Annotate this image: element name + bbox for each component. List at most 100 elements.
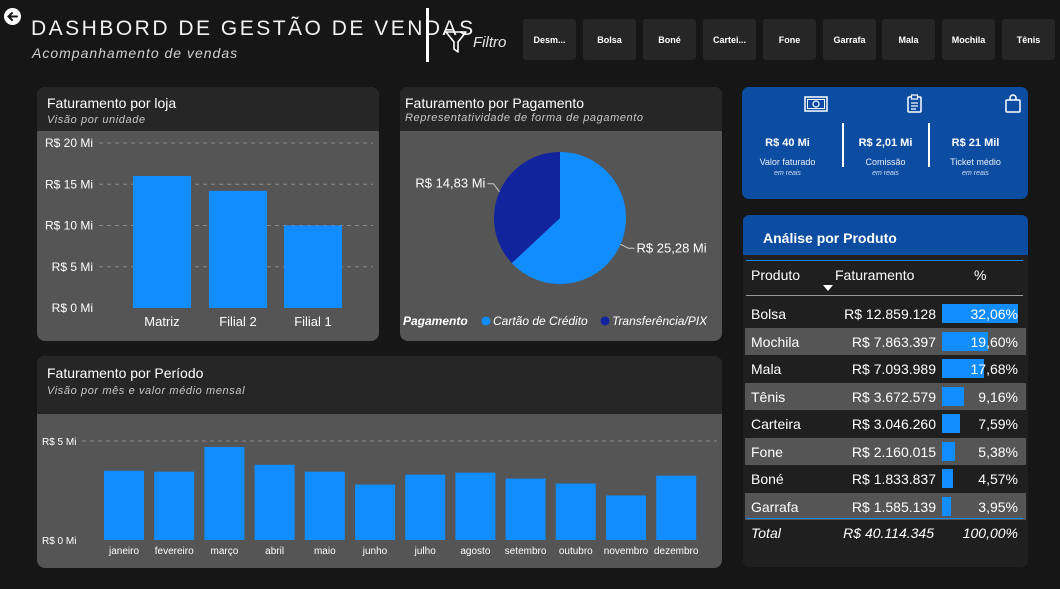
- header-line: [746, 260, 1023, 261]
- cell-produto: Bolsa: [751, 306, 787, 322]
- bar: [254, 464, 295, 540]
- product-filter-button[interactable]: Desm...: [523, 19, 576, 60]
- legend-title: Pagamento: [403, 314, 468, 328]
- cell-faturamento: R$ 3.672.579: [851, 388, 936, 405]
- table-row[interactable]: Carteira R$ 3.046.260 7,59%: [745, 410, 1026, 437]
- product-table: Análise por Produto Produto Faturamento …: [743, 215, 1028, 567]
- bar: [606, 495, 646, 540]
- y-tick-label: R$ 5 Mi: [52, 260, 93, 274]
- store-bar-chart: R$ 0 Mi R$ 5 Mi R$ 10 Mi R$ 15 Mi R$ 20 Mi Ma…: [45, 136, 373, 329]
- data-label: R$ 25,28 Mi: [637, 240, 707, 255]
- column-header-faturamento[interactable]: Faturamento: [835, 267, 914, 283]
- cell-percent: 32,06%: [970, 306, 1018, 322]
- filter-label: Filtro: [473, 34, 507, 51]
- period-chart-card: Faturamento por Período Visão por mês e …: [37, 356, 722, 568]
- product-filter-button[interactable]: Fone: [763, 19, 816, 60]
- cell-faturamento: R$ 1.833.837: [851, 471, 936, 487]
- bar: [204, 446, 245, 540]
- column-header-percent[interactable]: %: [974, 267, 986, 283]
- x-tick-label: janeiro: [108, 546, 139, 557]
- table-row[interactable]: Tênis R$ 3.672.579 9,16%: [745, 382, 1026, 410]
- payment-chart-card: Faturamento por Pagamento Representativi…: [400, 87, 722, 341]
- data-bar: [942, 414, 960, 433]
- product-filter-button[interactable]: Boné: [643, 19, 696, 60]
- data-bar: [942, 496, 952, 516]
- product-filter-button[interactable]: Tênis: [1002, 19, 1055, 60]
- table-row[interactable]: Fone R$ 2.160.015 5,38%: [745, 437, 1026, 465]
- cell-percent: 3,95%: [978, 498, 1018, 515]
- bar: [284, 225, 342, 308]
- bar: [505, 478, 546, 540]
- table-row[interactable]: Garrafa R$ 1.585.139 3,95%: [745, 492, 1026, 520]
- bar: [133, 176, 191, 308]
- product-filter-button[interactable]: Cartei...: [703, 19, 756, 60]
- kpi-value: R$ 21 Mil: [951, 137, 1000, 149]
- cell-produto: Boné: [751, 471, 784, 487]
- filter-icon: [445, 31, 467, 53]
- x-tick-label: maio: [314, 546, 336, 557]
- total-percent: 100,00%: [962, 525, 1018, 541]
- x-tick-label: julho: [414, 546, 437, 557]
- x-tick-label: Filial 1: [294, 314, 332, 329]
- table-row[interactable]: Bolsa R$ 12.859.128 32,06%: [745, 300, 1026, 327]
- cell-percent: 17,68%: [970, 361, 1018, 377]
- leader-line: [620, 243, 635, 249]
- data-bar: [942, 386, 964, 406]
- product-filter-button[interactable]: Mochila: [942, 19, 995, 60]
- leader-line: [487, 183, 500, 193]
- x-tick-label: setembro: [505, 546, 547, 557]
- y-tick-label: R$ 20 Mi: [45, 136, 93, 150]
- cell-percent: 19,60%: [970, 333, 1018, 350]
- kpi-value: R$ 40 Mi: [765, 137, 810, 149]
- x-tick-label: Matriz: [144, 314, 179, 329]
- cell-faturamento: R$ 1.585.139: [851, 498, 936, 515]
- x-tick-label: Filial 2: [219, 314, 257, 329]
- kpi-label: Ticket médio: [950, 157, 1001, 167]
- kpi-card: R$ 40 Mi Valor faturado em reais R$ 2,01…: [742, 87, 1028, 199]
- sort-desc-icon[interactable]: [823, 285, 833, 291]
- shopping-bag-icon: [1005, 94, 1021, 113]
- cell-percent: 4,57%: [978, 471, 1018, 487]
- x-tick-label: março: [211, 546, 239, 557]
- data-bar: [942, 469, 953, 488]
- bar: [104, 470, 144, 540]
- table-row[interactable]: Mala R$ 7.093.989 17,68%: [745, 355, 1026, 382]
- x-tick-label: novembro: [604, 546, 649, 557]
- table-header: Análise por Produto: [743, 215, 1028, 255]
- store-chart-title: Faturamento por loja: [47, 95, 177, 111]
- column-header-produto[interactable]: Produto: [751, 267, 800, 283]
- cell-produto: Tênis: [751, 388, 786, 405]
- legend-marker: [481, 316, 491, 326]
- back-button[interactable]: [4, 8, 21, 25]
- cell-produto: Garrafa: [751, 498, 799, 515]
- bar: [656, 475, 697, 540]
- y-tick-label: R$ 15 Mi: [45, 177, 93, 191]
- legend-marker: [600, 316, 610, 326]
- table-row[interactable]: Mochila R$ 7.863.397 19,60%: [745, 327, 1026, 355]
- legend-label: Transferência/PIX: [612, 314, 708, 328]
- product-filter-button[interactable]: Bolsa: [583, 19, 636, 60]
- cell-percent: 5,38%: [978, 443, 1018, 460]
- bar: [304, 471, 345, 540]
- y-tick-label: R$ 0 Mi: [42, 536, 76, 547]
- product-filter-button[interactable]: Mala: [882, 19, 935, 60]
- cell-produto: Fone: [751, 443, 783, 460]
- data-bar: [942, 441, 955, 461]
- period-chart-subtitle: Visão por mês e valor médio mensal: [47, 385, 246, 397]
- page-title: DASHBORD DE GESTÃO DE VENDAS: [31, 17, 476, 40]
- table-row[interactable]: Boné R$ 1.833.837 4,57%: [745, 465, 1026, 492]
- cell-faturamento: R$ 7.093.989: [851, 361, 936, 377]
- period-chart-title: Faturamento por Período: [47, 365, 204, 381]
- kpi-value: R$ 2,01 Mi: [858, 137, 913, 149]
- arrow-left-icon: [7, 12, 18, 21]
- product-filter-button[interactable]: Garrafa: [823, 19, 876, 60]
- table-title: Análise por Produto: [763, 230, 897, 246]
- y-tick-label: R$ 10 Mi: [45, 219, 93, 233]
- total-faturamento: R$ 40.114.345: [843, 525, 934, 541]
- bar: [209, 190, 267, 308]
- data-label: R$ 14,83 Mi: [415, 176, 485, 191]
- bar: [555, 483, 596, 540]
- header-divider-line: [746, 295, 1023, 296]
- x-tick-label: junho: [362, 546, 388, 557]
- x-tick-label: abril: [265, 546, 284, 557]
